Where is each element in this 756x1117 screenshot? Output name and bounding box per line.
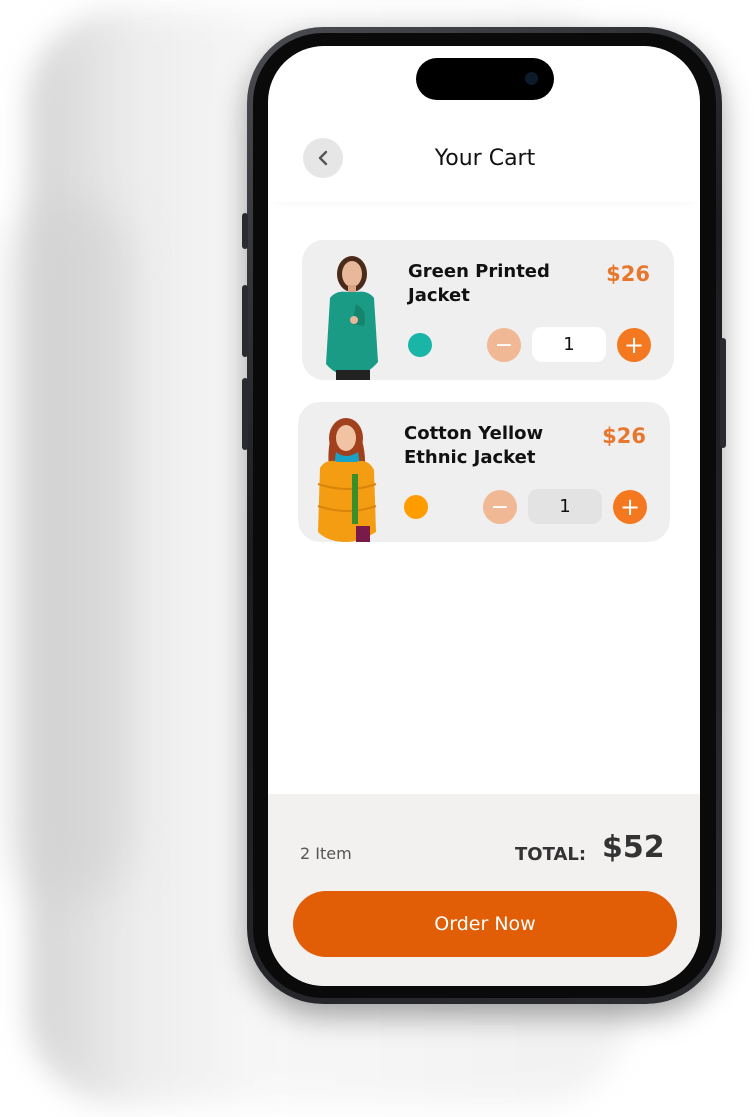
product-name: Cotton Yellow Ethnic Jacket — [404, 423, 544, 468]
product-name: Green Printed Jacket — [408, 261, 550, 306]
volume-down-button — [242, 378, 248, 450]
quantity-field[interactable]: 1 — [528, 489, 602, 524]
increase-quantity-button[interactable]: + — [613, 490, 647, 524]
plus-icon: + — [623, 331, 645, 359]
decrease-quantity-button[interactable]: − — [487, 328, 521, 362]
cart-header: Your Cart — [268, 130, 700, 202]
phone-shadow-ghost-left — [10, 200, 130, 900]
product-price: $26 — [606, 262, 650, 286]
minus-icon: − — [494, 332, 514, 358]
minus-icon: − — [490, 494, 510, 520]
camera-icon — [525, 72, 538, 85]
product-image-yellow-jacket — [317, 418, 377, 542]
phone-screen: Your Cart Green Printed Jacket $26 − 1 +… — [268, 46, 700, 986]
page-title: Your Cart — [434, 146, 536, 171]
quantity-field[interactable]: 1 — [532, 327, 606, 362]
dynamic-island — [416, 58, 554, 100]
volume-up-button — [242, 285, 248, 357]
product-price: $26 — [602, 424, 646, 448]
decrease-quantity-button[interactable]: − — [483, 490, 517, 524]
product-image-green-jacket — [326, 256, 378, 380]
color-swatch[interactable] — [408, 333, 432, 357]
power-button — [720, 338, 726, 448]
cart-item: Green Printed Jacket $26 − 1 + — [302, 240, 674, 380]
action-button — [242, 213, 248, 249]
color-swatch[interactable] — [404, 495, 428, 519]
cart-item: Cotton Yellow Ethnic Jacket $26 − 1 + — [298, 402, 670, 542]
increase-quantity-button[interactable]: + — [617, 328, 651, 362]
order-now-button[interactable]: Order Now — [293, 891, 677, 957]
item-count: 2 Item — [300, 844, 352, 863]
cart-summary: 2 Item TOTAL: $52 Order Now — [268, 794, 700, 986]
total-label: TOTAL: — [515, 844, 587, 865]
total-value: $52 — [602, 830, 665, 865]
plus-icon: + — [619, 493, 641, 521]
